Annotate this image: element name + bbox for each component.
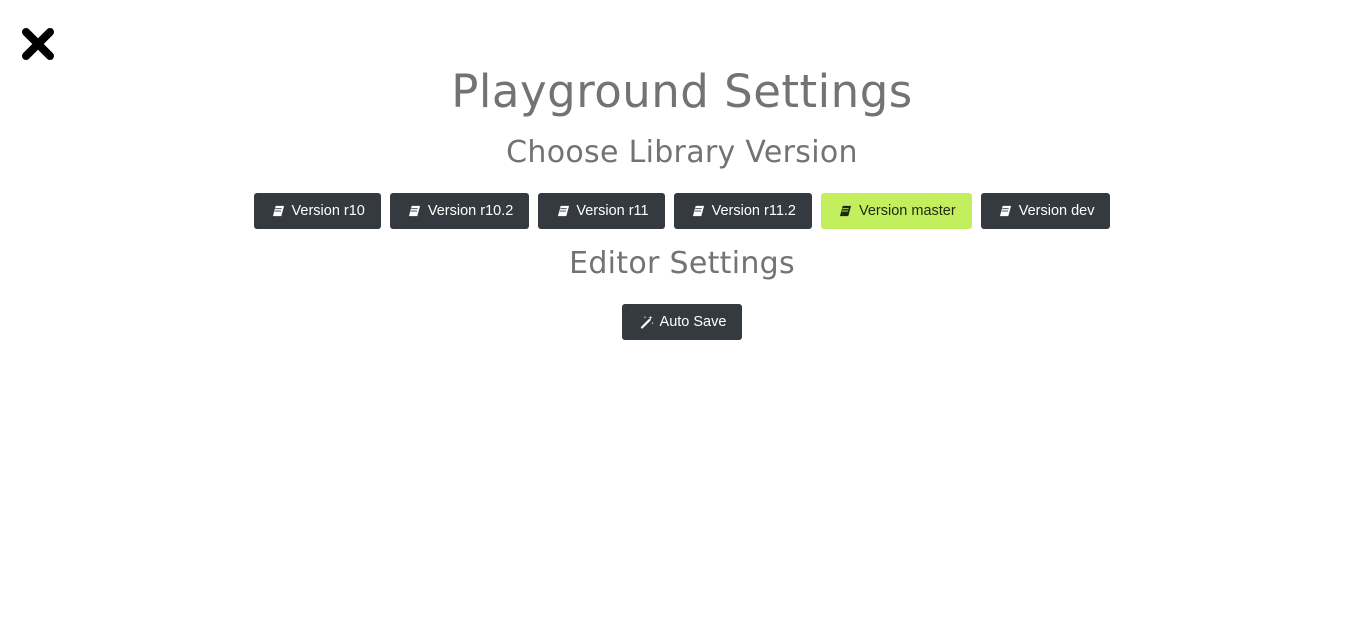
version-r10-2-button[interactable]: Version r10.2 (389, 193, 530, 229)
book-icon (692, 204, 706, 218)
book-icon (556, 204, 570, 218)
version-master-button[interactable]: Version master (820, 193, 972, 229)
book-icon (839, 204, 853, 218)
book-icon (408, 204, 422, 218)
version-label: Version r11.2 (711, 203, 796, 219)
editor-settings-heading: Editor Settings (569, 246, 795, 281)
page-title: Playground Settings (451, 65, 913, 118)
version-label: Version master (858, 203, 956, 219)
magic-wand-icon (640, 315, 654, 329)
version-r10-button[interactable]: Version r10 (253, 193, 381, 229)
auto-save-button[interactable]: Auto Save (621, 304, 743, 340)
version-button-group: Version r10 Version r10.2 Version r11 Ve… (0, 193, 1359, 229)
editor-button-group: Auto Save (0, 304, 1359, 340)
library-version-heading: Choose Library Version (506, 135, 858, 170)
auto-save-label: Auto Save (659, 314, 727, 330)
settings-page: Playground Settings Choose Library Versi… (0, 0, 1359, 629)
book-icon (999, 204, 1013, 218)
version-label: Version r10 (291, 203, 365, 219)
book-icon (272, 204, 286, 218)
version-label: Version dev (1018, 203, 1095, 219)
version-label: Version r10.2 (427, 203, 514, 219)
version-dev-button[interactable]: Version dev (980, 193, 1111, 229)
version-r11-button[interactable]: Version r11 (538, 193, 665, 229)
version-r11-2-button[interactable]: Version r11.2 (673, 193, 812, 229)
close-icon[interactable] (20, 26, 56, 62)
version-label: Version r11 (576, 203, 649, 219)
